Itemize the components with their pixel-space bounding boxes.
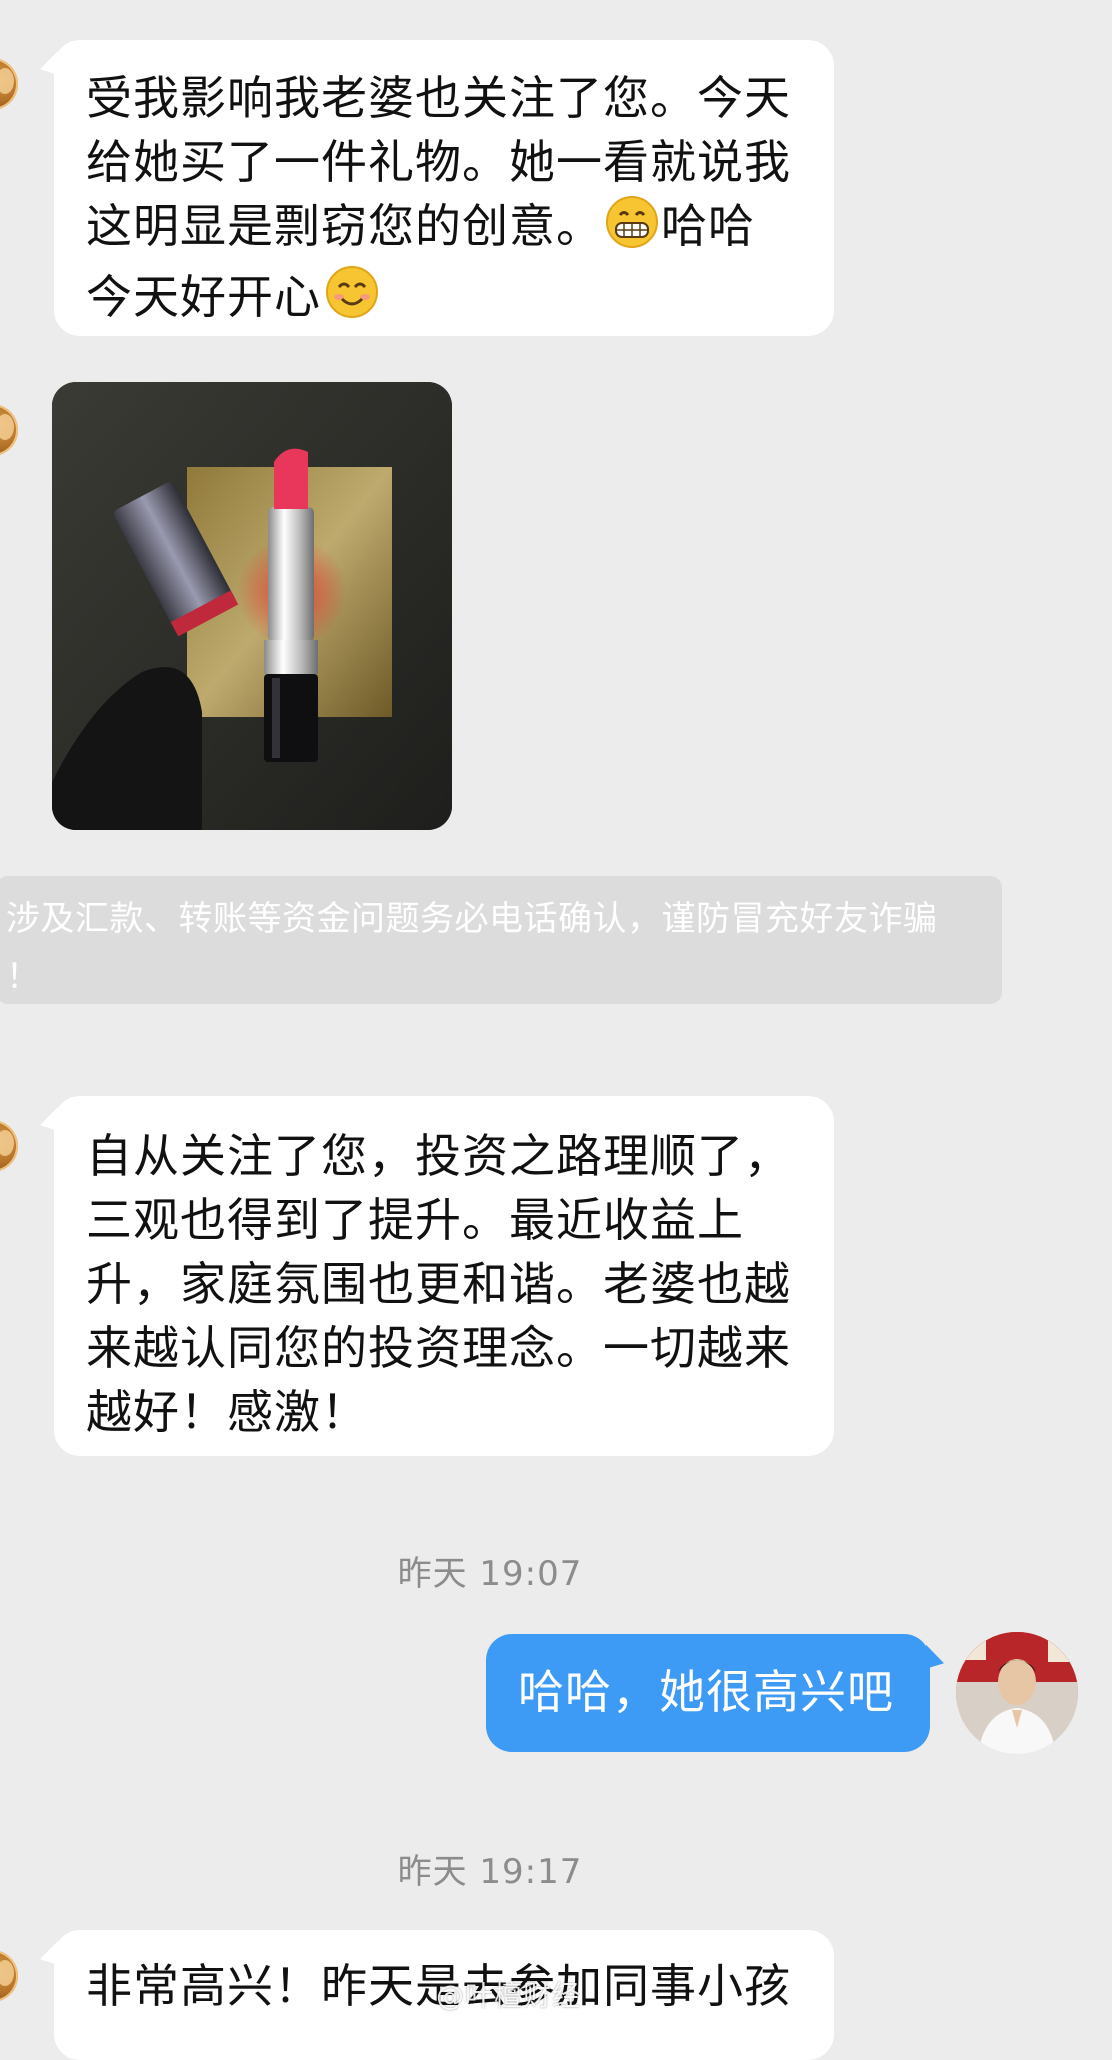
message-line: 今天好开心: [86, 265, 804, 336]
smiling-emoji-icon: [325, 265, 379, 335]
notice-line: ！: [6, 957, 41, 997]
user-avatar-image: [956, 1632, 1078, 1754]
message-text: 这明显是剽窃您的创意。: [86, 199, 603, 253]
sender-avatar[interactable]: [0, 404, 18, 456]
message-line: 来越认同您的投资理念。一切越来: [86, 1321, 791, 1375]
sent-message-bubble[interactable]: 哈哈，她很高兴吧: [486, 1634, 930, 1752]
sender-avatar[interactable]: [0, 1120, 18, 1172]
message-line: 这明显是剽窃您的创意。 哈哈: [86, 194, 804, 265]
message-bubble[interactable]: 自从关注了您，投资之路理顺了， 三观也得到了提升。最近收益上 升，家庭氛围也更和…: [54, 1096, 834, 1456]
message-line: 升，家庭氛围也更和谐。老婆也越: [86, 1257, 791, 1311]
message-text: 哈哈，她很高兴吧: [518, 1665, 894, 1719]
message-text: 今天好开心: [86, 269, 321, 324]
message-text: 哈哈: [661, 199, 755, 253]
timestamp: 昨天 19:17: [397, 1852, 583, 1892]
notice-line: 涉及汇款、转账等资金问题务必电话确认，谨防冒充好友诈骗: [6, 899, 938, 939]
message-line: 越好！感激！: [86, 1385, 368, 1439]
watermark: @叶檀财经: [436, 1979, 582, 2012]
message-line: 自从关注了您，投资之路理顺了，: [86, 1129, 791, 1183]
lipstick-photo[interactable]: [52, 382, 452, 830]
message-bubble[interactable]: 受我影响我老婆也关注了您。今天 给她买了一件礼物。她一看就说我 这明显是剽窃您的…: [54, 40, 834, 336]
sender-avatar[interactable]: [0, 1950, 18, 2002]
timestamp: 昨天 19:07: [397, 1554, 583, 1594]
message-line: 给她买了一件礼物。她一看就说我: [86, 135, 791, 189]
sender-avatar[interactable]: [0, 58, 18, 110]
grinning-emoji-icon: [605, 195, 659, 265]
lipstick-photo-image: [52, 382, 452, 830]
message-line: 三观也得到了提升。最近收益上: [86, 1193, 744, 1247]
fraud-warning-notice: 涉及汇款、转账等资金问题务必电话确认，谨防冒充好友诈骗 ！: [0, 876, 1002, 1004]
user-avatar[interactable]: [956, 1632, 1078, 1754]
message-line: 受我影响我老婆也关注了您。今天: [86, 71, 791, 125]
